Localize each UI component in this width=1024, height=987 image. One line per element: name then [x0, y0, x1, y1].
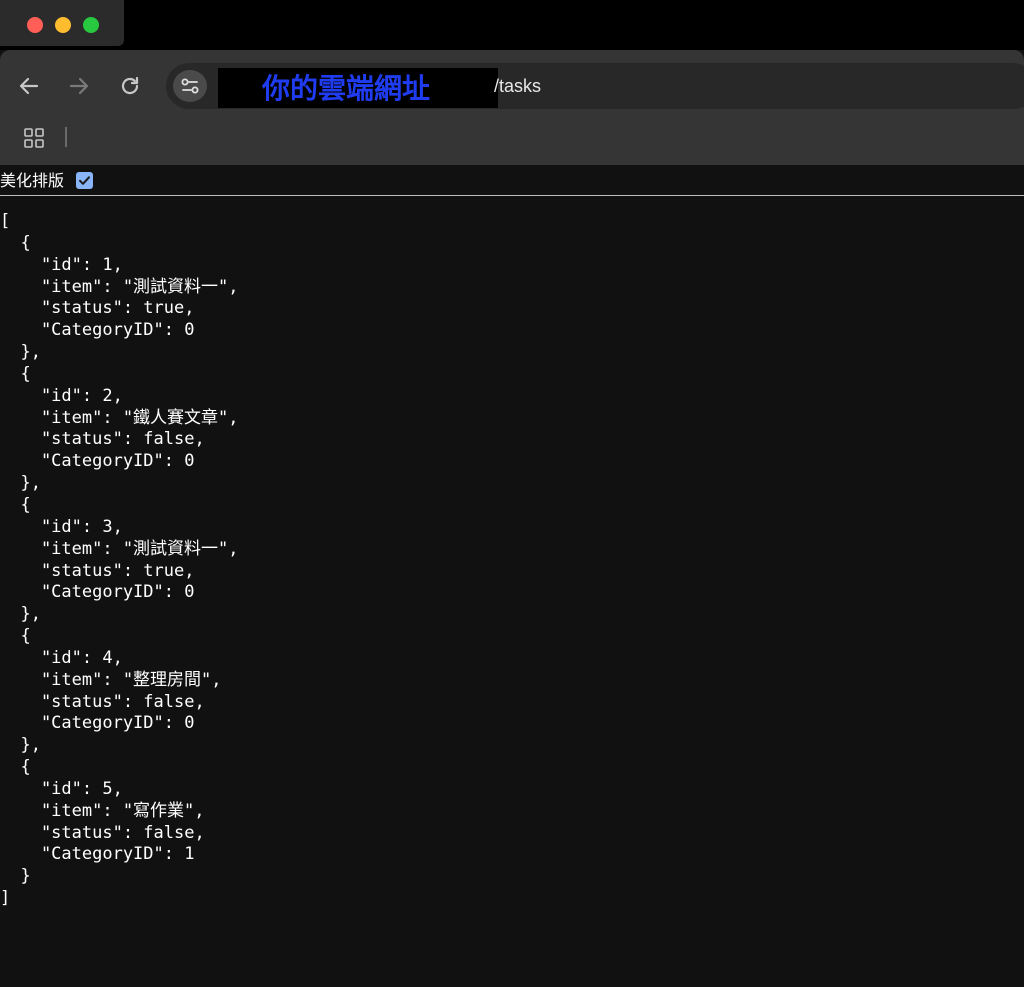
pretty-print-checkbox[interactable] — [76, 172, 93, 189]
pretty-print-label[interactable]: 美化排版 — [0, 171, 64, 191]
site-info-button[interactable] — [173, 70, 207, 102]
close-window-button[interactable] — [27, 17, 43, 33]
maximize-window-button[interactable] — [83, 17, 99, 33]
pretty-print-bar — [0, 169, 1024, 196]
url-path[interactable]: /tasks — [494, 76, 541, 96]
tab-strip — [0, 0, 1024, 50]
minimize-window-button[interactable] — [55, 17, 71, 33]
apps-button[interactable] — [24, 128, 44, 148]
reload-button[interactable] — [117, 75, 143, 97]
arrow-left-icon — [19, 77, 39, 95]
arrow-right-icon — [69, 77, 89, 95]
apps-grid-icon — [24, 128, 44, 148]
json-response-body: [ { "id": 1, "item": "測試資料一", "status": … — [0, 211, 239, 909]
checkmark-icon — [79, 176, 90, 185]
back-button[interactable] — [16, 75, 42, 97]
bookmark-bar-divider — [65, 127, 67, 147]
url-redaction-label: 你的雲端網址 — [262, 72, 431, 105]
tune-icon — [181, 78, 199, 94]
reload-icon — [121, 76, 139, 95]
forward-button[interactable] — [66, 75, 92, 97]
